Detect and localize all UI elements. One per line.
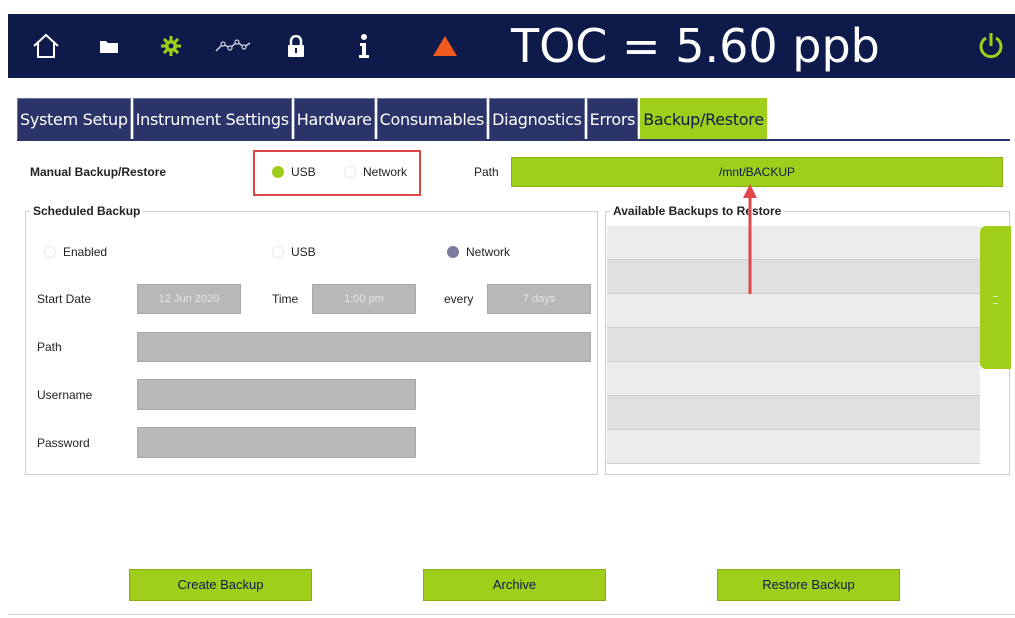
tab-bar: System Setup Instrument Settings Hardwar… <box>17 96 769 140</box>
tab-diagnostics[interactable]: Diagnostics <box>489 98 585 140</box>
home-icon[interactable] <box>28 14 64 78</box>
backup-list-item[interactable] <box>607 328 980 362</box>
restore-backup-button[interactable]: Restore Backup <box>717 569 900 601</box>
time-label: Time <box>272 292 299 306</box>
start-date-label: Start Date <box>37 292 92 306</box>
every-label: every <box>444 292 474 306</box>
password-label: Password <box>37 436 90 450</box>
warning-icon[interactable] <box>431 14 459 78</box>
bottom-divider <box>8 614 1015 615</box>
trend-icon[interactable] <box>214 14 252 78</box>
backup-list-item[interactable] <box>607 226 980 260</box>
info-icon[interactable] <box>355 14 373 78</box>
backup-list-item[interactable] <box>607 430 980 464</box>
scheduled-path-field[interactable] <box>137 332 591 362</box>
username-label: Username <box>37 388 93 402</box>
tab-hardware[interactable]: Hardware <box>293 98 375 140</box>
gear-icon[interactable] <box>158 14 184 78</box>
enabled-label: Enabled <box>63 245 108 259</box>
password-field[interactable] <box>137 427 416 458</box>
tab-instrument-settings[interactable]: Instrument Settings <box>132 98 292 140</box>
folder-icon[interactable] <box>96 14 122 78</box>
manual-usb-label: USB <box>291 165 316 179</box>
toc-reading: TOC = 5.60 ppb <box>511 19 880 73</box>
username-field[interactable] <box>137 379 416 410</box>
scheduled-network-radio[interactable] <box>447 246 459 258</box>
backup-list-item[interactable] <box>607 396 980 430</box>
backup-list-item[interactable] <box>607 362 980 396</box>
tab-divider <box>17 139 1010 141</box>
start-date-field[interactable]: 12 Jun 2020 <box>137 284 241 314</box>
time-field[interactable]: 1:00 pm <box>312 284 416 314</box>
manual-usb-radio[interactable] <box>272 166 284 178</box>
tab-system-setup[interactable]: System Setup <box>17 98 131 140</box>
tab-errors[interactable]: Errors <box>586 98 639 140</box>
scheduled-usb-radio[interactable] <box>272 246 284 258</box>
manual-backup-title: Manual Backup/Restore <box>30 165 167 179</box>
scheduled-network-label: Network <box>466 245 511 259</box>
every-field[interactable]: 7 days <box>487 284 591 314</box>
tab-consumables[interactable]: Consumables <box>376 98 488 140</box>
create-backup-button[interactable]: Create Backup <box>129 569 312 601</box>
archive-button[interactable]: Archive <box>423 569 606 601</box>
manual-network-label: Network <box>363 165 408 179</box>
top-bar: TOC = 5.60 ppb <box>8 14 1015 78</box>
scrollbar-grip-icon <box>993 296 998 304</box>
lock-icon[interactable] <box>285 14 307 78</box>
manual-network-radio[interactable] <box>344 166 356 178</box>
backup-list-item[interactable] <box>607 294 980 328</box>
scheduled-usb-label: USB <box>291 245 316 259</box>
enabled-checkbox[interactable] <box>44 246 56 258</box>
annotation-arrow-icon <box>743 184 757 294</box>
tab-backup-restore[interactable]: Backup/Restore <box>640 98 767 140</box>
scheduled-backup-title: Scheduled Backup <box>30 204 144 218</box>
scheduled-path-label: Path <box>37 340 62 354</box>
power-icon[interactable] <box>976 14 1006 78</box>
manual-path-label: Path <box>474 165 499 179</box>
backup-list-item[interactable] <box>607 260 980 294</box>
